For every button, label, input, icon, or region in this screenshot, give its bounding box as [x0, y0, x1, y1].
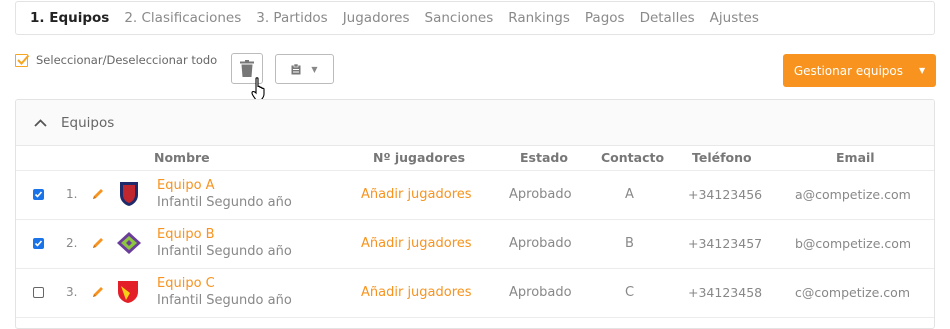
email-text: b@competize.com [795, 236, 912, 251]
status-text: Aprobado [509, 285, 572, 300]
row-checkbox[interactable] [33, 189, 44, 200]
team-category: Infantil Segundo año [157, 293, 292, 308]
tab-rankings[interactable]: Rankings [508, 10, 570, 26]
phone-text: +34123456 [688, 187, 763, 202]
manage-teams-label: Gestionar equipos [793, 63, 903, 78]
team-shield-icon [118, 281, 138, 303]
row-checkbox[interactable] [33, 287, 44, 298]
phone-text: +34123458 [688, 285, 763, 300]
chevron-down-icon: ▼ [311, 64, 318, 74]
contact-text: C [625, 285, 635, 300]
trash-icon [240, 60, 254, 77]
panel-title: Equipos [61, 114, 115, 131]
team-shield-icon [120, 182, 138, 206]
table-row: 1. Equipo A Infantil Segundo año Añadir … [16, 171, 934, 220]
add-players-link[interactable]: Añadir jugadores [361, 187, 472, 202]
table-header: Nombre Nº jugadores Estado Contacto Telé… [16, 146, 934, 171]
panel-header[interactable]: Equipos [16, 100, 934, 146]
team-shield-icon [117, 232, 141, 254]
team-name-link[interactable]: Equipo B [157, 227, 215, 242]
teams-panel: Equipos Nombre Nº jugadores Estado Conta… [15, 99, 935, 329]
select-all-label: Seleccionar/Deseleccionar todo [36, 53, 218, 67]
column-header-status: Estado [520, 150, 568, 165]
tab-clasificaciones[interactable]: 2. Clasificaciones [124, 10, 241, 26]
select-all-checkbox[interactable] [15, 53, 30, 67]
table-row: 2. Equipo B Infantil Segundo año Añadir … [16, 220, 934, 269]
manage-teams-button[interactable]: Gestionar equipos ▼ [783, 54, 936, 87]
table-row: 3. Equipo C Infantil Segundo año Añadir … [16, 269, 934, 318]
tab-ajustes[interactable]: Ajustes [710, 10, 759, 26]
clipboard-icon [291, 63, 301, 74]
team-category: Infantil Segundo año [157, 244, 292, 259]
pencil-icon[interactable] [91, 187, 105, 201]
add-players-link[interactable]: Añadir jugadores [361, 285, 472, 300]
email-text: a@competize.com [795, 187, 911, 202]
column-header-phone: Teléfono [692, 150, 752, 165]
status-text: Aprobado [509, 187, 572, 202]
clipboard-dropdown-button[interactable]: ▼ [275, 54, 334, 84]
chevron-down-icon: ▼ [919, 66, 926, 75]
email-text: c@competize.com [795, 285, 910, 300]
column-header-email: Email [836, 150, 875, 165]
team-category: Infantil Segundo año [157, 195, 292, 210]
pencil-icon[interactable] [91, 285, 105, 299]
phone-text: +34123457 [688, 236, 763, 251]
tab-equipos[interactable]: 1. Equipos [30, 10, 109, 26]
contact-text: A [625, 187, 634, 202]
row-number: 1. [66, 187, 78, 201]
add-players-link[interactable]: Añadir jugadores [361, 236, 472, 251]
tab-bar: 1. Equipos 2. Clasificaciones 3. Partido… [15, 1, 935, 35]
row-checkbox[interactable] [33, 238, 44, 249]
tab-partidos[interactable]: 3. Partidos [256, 10, 327, 26]
column-header-players: Nº jugadores [373, 150, 466, 165]
row-number: 2. [66, 236, 78, 250]
row-number: 3. [66, 285, 78, 299]
tab-pagos[interactable]: Pagos [585, 10, 625, 26]
tab-detalles[interactable]: Detalles [640, 10, 695, 26]
tab-sanciones[interactable]: Sanciones [425, 10, 494, 26]
select-all-toggle[interactable]: Seleccionar/Deseleccionar todo [15, 53, 217, 67]
chevron-up-icon[interactable] [34, 118, 47, 127]
contact-text: B [625, 236, 634, 251]
team-name-link[interactable]: Equipo C [157, 276, 215, 291]
column-header-contact: Contacto [601, 150, 665, 165]
column-header-name: Nombre [154, 150, 210, 165]
team-name-link[interactable]: Equipo A [157, 178, 215, 193]
status-text: Aprobado [509, 236, 572, 251]
pencil-icon[interactable] [91, 236, 105, 250]
tab-jugadores[interactable]: Jugadores [343, 10, 410, 26]
